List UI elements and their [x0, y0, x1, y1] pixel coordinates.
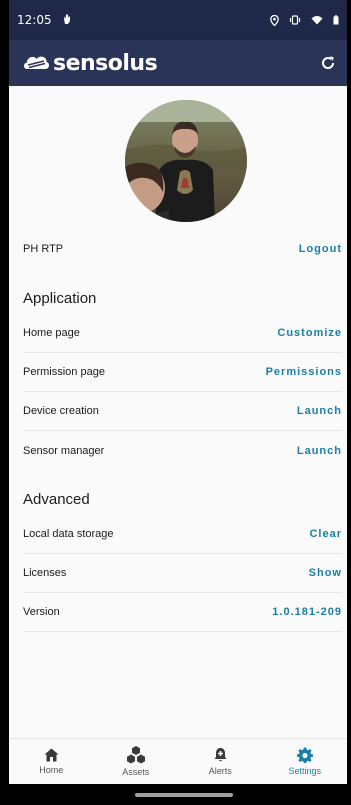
launch-sensor-manager-button[interactable]: Launch: [297, 445, 342, 457]
settings-row-home-page: Home page Customize: [23, 314, 342, 353]
nav-label: Home: [39, 765, 64, 775]
screen: 12:05 sensolus PH RTP Logout Application…: [9, 0, 347, 805]
home-icon: [44, 748, 59, 762]
battery-icon: [333, 15, 339, 25]
refresh-icon: [322, 56, 335, 69]
settings-row-version: Version 1.0.181-209: [23, 593, 342, 632]
nav-label: Assets: [122, 767, 150, 777]
sensolus-logo: sensolus: [22, 50, 158, 76]
wifi-icon: [311, 16, 323, 25]
settings-row-sensor-manager: Sensor manager Launch: [23, 431, 342, 470]
user-name: PH RTP: [23, 242, 64, 255]
nav-label: Settings: [288, 766, 322, 776]
row-label: Home page: [23, 327, 80, 339]
launch-device-creation-button[interactable]: Launch: [297, 405, 342, 417]
row-label: Version: [23, 606, 60, 618]
status-bar: 12:05: [9, 0, 347, 40]
gesture-bar: [9, 784, 347, 805]
settings-content: PH RTP Logout Application Home page Cust…: [9, 86, 347, 738]
vibrate-icon: [289, 15, 301, 25]
hand-icon: [62, 13, 72, 28]
row-label: Device creation: [23, 405, 99, 417]
cloud-logo-icon: [24, 56, 50, 69]
avatar-photo: [125, 100, 247, 222]
refresh-button[interactable]: [317, 52, 339, 74]
application-section-title: Application: [23, 290, 97, 307]
logo-text: sensolus: [53, 50, 158, 76]
row-label: Sensor manager: [23, 444, 105, 457]
status-time: 12:05: [17, 13, 52, 27]
logout-button[interactable]: Logout: [299, 243, 342, 255]
hexagons-icon: [126, 746, 145, 764]
settings-row-device-creation: Device creation Launch: [23, 392, 342, 431]
nav-label: Alerts: [208, 766, 232, 776]
location-icon: [270, 14, 279, 26]
nav-item-assets[interactable]: Assets: [94, 739, 179, 784]
settings-row-local-data-storage: Local data storage Clear: [23, 515, 342, 554]
bottom-nav: Home Assets Alerts Settings: [9, 738, 347, 784]
gear-icon: [296, 747, 313, 763]
nav-item-alerts[interactable]: Alerts: [178, 739, 263, 784]
row-label: Permission page: [23, 366, 105, 378]
row-label: Licenses: [23, 567, 67, 579]
status-icons: [270, 14, 339, 26]
nav-item-home[interactable]: Home: [9, 739, 94, 784]
profile-row: PH RTP Logout: [23, 229, 342, 268]
phone-frame: 12:05 sensolus PH RTP Logout Application…: [0, 0, 351, 805]
row-label: Local data storage: [23, 528, 114, 540]
app-bar: sensolus: [9, 40, 347, 86]
settings-row-permission-page: Permission page Permissions: [23, 353, 342, 392]
customize-button[interactable]: Customize: [277, 327, 342, 339]
avatar[interactable]: [125, 100, 247, 222]
version-value: 1.0.181-209: [272, 606, 342, 618]
clear-storage-button[interactable]: Clear: [309, 528, 342, 540]
gesture-handle[interactable]: [135, 793, 233, 797]
bell-icon: [214, 748, 227, 762]
show-licenses-button[interactable]: Show: [309, 567, 342, 579]
settings-row-licenses: Licenses Show: [23, 554, 342, 593]
permissions-button[interactable]: Permissions: [266, 366, 342, 378]
advanced-section-title: Advanced: [23, 491, 90, 508]
nav-item-settings[interactable]: Settings: [263, 739, 348, 784]
